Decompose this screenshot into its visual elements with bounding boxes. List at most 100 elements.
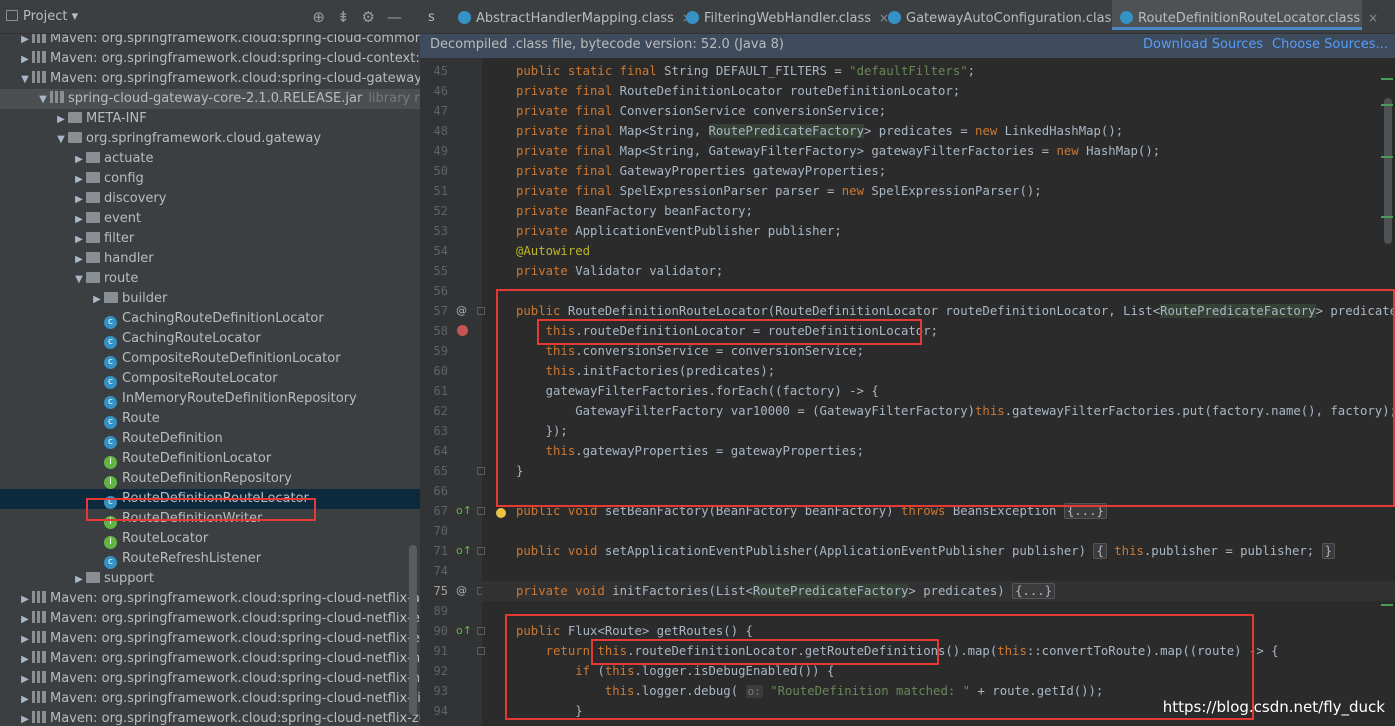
tree-item[interactable]: I RouteDefinitionRepository bbox=[0, 469, 420, 489]
expand-right-icon[interactable]: ▶ bbox=[18, 650, 32, 670]
tree-item[interactable]: I RouteDefinitionLocator bbox=[0, 449, 420, 469]
expand-right-icon[interactable]: ▶ bbox=[90, 290, 104, 310]
tree-item[interactable]: ▶ event bbox=[0, 209, 420, 229]
tree-item[interactable]: ▶ META-INF bbox=[0, 109, 420, 129]
code-line: gatewayFilterFactories.forEach((factory)… bbox=[516, 384, 879, 398]
code-line: } bbox=[516, 704, 583, 718]
tree-item[interactable]: c Route bbox=[0, 409, 420, 429]
tree-item[interactable]: c RouteDefinition bbox=[0, 429, 420, 449]
tree-item[interactable]: c CompositeRouteDefinitionLocator bbox=[0, 349, 420, 369]
tree-item[interactable]: ▶ Maven: org.springframework.cloud:spring… bbox=[0, 669, 420, 689]
code-line: public Flux<Route> getRoutes() { bbox=[516, 624, 753, 638]
expand-right-icon[interactable]: ▶ bbox=[18, 630, 32, 650]
tree-item[interactable]: ▶ Maven: org.springframework.cloud:spring… bbox=[0, 649, 420, 669]
tree-item[interactable]: I RouteLocator bbox=[0, 529, 420, 549]
tree-item[interactable]: ▶ actuate bbox=[0, 149, 420, 169]
tree-item[interactable]: ▶ support bbox=[0, 569, 420, 589]
line-number: 49 bbox=[433, 144, 448, 158]
tree-item[interactable]: c CachingRouteLocator bbox=[0, 329, 420, 349]
gear-icon[interactable]: ⚙ bbox=[362, 8, 387, 26]
expand-right-icon[interactable]: ▶ bbox=[72, 250, 86, 270]
tree-item[interactable]: ▶ Maven: org.springframework.cloud:spring… bbox=[0, 589, 420, 609]
choose-sources-link[interactable]: Choose Sources... bbox=[1272, 34, 1388, 56]
editor-tab[interactable]: AbstractHandlerMapping.class× bbox=[450, 0, 692, 33]
expand-right-icon[interactable]: ▶ bbox=[72, 230, 86, 250]
tree-item[interactable]: ▼ spring-cloud-gateway-core-2.1.0.RELEASE… bbox=[0, 89, 420, 109]
library-icon bbox=[32, 651, 46, 663]
editor-scrollbar[interactable] bbox=[1384, 98, 1392, 244]
editor-tab[interactable]: GatewayAutoConfiguration.class× bbox=[880, 0, 1136, 33]
tree-item[interactable]: ▶ Maven: org.springframework.cloud:spring… bbox=[0, 629, 420, 649]
close-tab-icon[interactable]: × bbox=[1368, 11, 1378, 25]
tree-item-label: Maven: org.springframework.cloud:spring-… bbox=[50, 711, 420, 726]
tree-item[interactable]: c CachingRouteDefinitionLocator bbox=[0, 309, 420, 329]
expand-down-icon[interactable]: ▼ bbox=[36, 90, 50, 110]
expand-down-icon[interactable]: ▼ bbox=[18, 70, 32, 90]
tree-item[interactable]: ▶ config bbox=[0, 169, 420, 189]
expand-right-icon[interactable]: ▶ bbox=[18, 690, 32, 710]
tree-item[interactable]: ▶ filter bbox=[0, 229, 420, 249]
tree-item-label: discovery bbox=[104, 191, 167, 206]
implements-marker-icon[interactable]: o↑ bbox=[456, 501, 472, 521]
tree-item-selected[interactable]: c RouteDefinitionRouteLocator bbox=[0, 489, 420, 509]
editor-tab[interactable]: FilteringWebHandler.class × bbox=[678, 0, 889, 33]
breakpoint-icon[interactable] bbox=[457, 325, 468, 336]
expand-right-icon[interactable]: ▶ bbox=[72, 170, 86, 190]
code-line: public static final String DEFAULT_FILTE… bbox=[516, 64, 976, 78]
project-view-selector[interactable]: Project ▾ bbox=[6, 9, 78, 24]
expand-right-icon[interactable]: ▶ bbox=[18, 710, 32, 726]
tree-item[interactable]: ▶ Maven: org.springframework.cloud:spring… bbox=[0, 689, 420, 709]
tree-item-label: RouteDefinition bbox=[122, 431, 223, 446]
tree-item[interactable]: c InMemoryRouteDefinitionRepository bbox=[0, 389, 420, 409]
tree-item[interactable]: ▶ handler bbox=[0, 249, 420, 269]
tree-item[interactable]: ▶ discovery bbox=[0, 189, 420, 209]
tree-item[interactable]: ▼ org.springframework.cloud.gateway bbox=[0, 129, 420, 149]
class-file-icon bbox=[686, 11, 699, 24]
expand-right-icon[interactable]: ▶ bbox=[72, 570, 86, 590]
project-scrollbar[interactable] bbox=[409, 545, 417, 715]
tree-item-label: RouteLocator bbox=[122, 531, 209, 546]
tree-item-label: route bbox=[104, 271, 139, 286]
line-number: 67 bbox=[433, 504, 448, 518]
lightbulb-icon[interactable] bbox=[496, 508, 506, 518]
expand-right-icon[interactable]: ▶ bbox=[54, 110, 68, 130]
tree-item[interactable]: c RouteRefreshListener bbox=[0, 549, 420, 569]
collapse-all-icon[interactable]: ⇟ bbox=[337, 8, 362, 26]
line-number: 62 bbox=[433, 404, 448, 418]
override-marker-icon[interactable]: @ bbox=[456, 581, 467, 601]
expand-right-icon[interactable]: ▶ bbox=[18, 590, 32, 610]
tree-item[interactable]: ▶ Maven: org.springframework.cloud:spring… bbox=[0, 49, 420, 69]
tree-item[interactable]: ▼ Maven: org.springframework.cloud:spring… bbox=[0, 69, 420, 89]
package-folder-icon bbox=[86, 192, 100, 203]
implements-marker-icon[interactable]: o↑ bbox=[456, 541, 472, 561]
tree-item[interactable]: ▼ route bbox=[0, 269, 420, 289]
expand-right-icon[interactable]: ▶ bbox=[18, 670, 32, 690]
expand-down-icon[interactable]: ▼ bbox=[72, 270, 86, 290]
download-sources-link[interactable]: Download Sources bbox=[1143, 34, 1263, 56]
code-area[interactable]: public static final String DEFAULT_FILTE… bbox=[482, 58, 1395, 726]
editor-tab-active[interactable]: RouteDefinitionRouteLocator.class × bbox=[1112, 0, 1378, 30]
editor-tab[interactable]: s bbox=[420, 0, 444, 33]
code-line: if (this.logger.isDebugEnabled()) { bbox=[575, 664, 835, 678]
line-number: 94 bbox=[433, 704, 448, 718]
expand-right-icon[interactable]: ▶ bbox=[72, 150, 86, 170]
line-number: 58 bbox=[433, 324, 448, 338]
tree-item[interactable]: ▶ Maven: org.springframework.cloud:spring… bbox=[0, 709, 420, 726]
locate-icon[interactable]: ⊕ bbox=[312, 8, 337, 26]
override-marker-icon[interactable]: @ bbox=[456, 301, 467, 321]
implements-marker-icon[interactable]: o↑ bbox=[456, 621, 472, 641]
tree-item[interactable]: ▶ builder bbox=[0, 289, 420, 309]
tree-item[interactable]: c CompositeRouteLocator bbox=[0, 369, 420, 389]
expand-right-icon[interactable]: ▶ bbox=[18, 50, 32, 70]
tree-item[interactable]: I RouteDefinitionWriter bbox=[0, 509, 420, 529]
expand-right-icon[interactable]: ▶ bbox=[72, 190, 86, 210]
line-number: 55 bbox=[433, 264, 448, 278]
code-line: private final RouteDefinitionLocator rou… bbox=[516, 84, 961, 98]
code-line: private Validator validator; bbox=[516, 264, 724, 278]
expand-right-icon[interactable]: ▶ bbox=[72, 210, 86, 230]
tree-item-label: RouteDefinitionRepository bbox=[122, 471, 292, 486]
expand-right-icon[interactable]: ▶ bbox=[18, 610, 32, 630]
tree-item[interactable]: ▶ Maven: org.springframework.cloud:spring… bbox=[0, 609, 420, 629]
expand-down-icon[interactable]: ▼ bbox=[54, 130, 68, 150]
hide-icon[interactable]: — bbox=[387, 8, 414, 26]
